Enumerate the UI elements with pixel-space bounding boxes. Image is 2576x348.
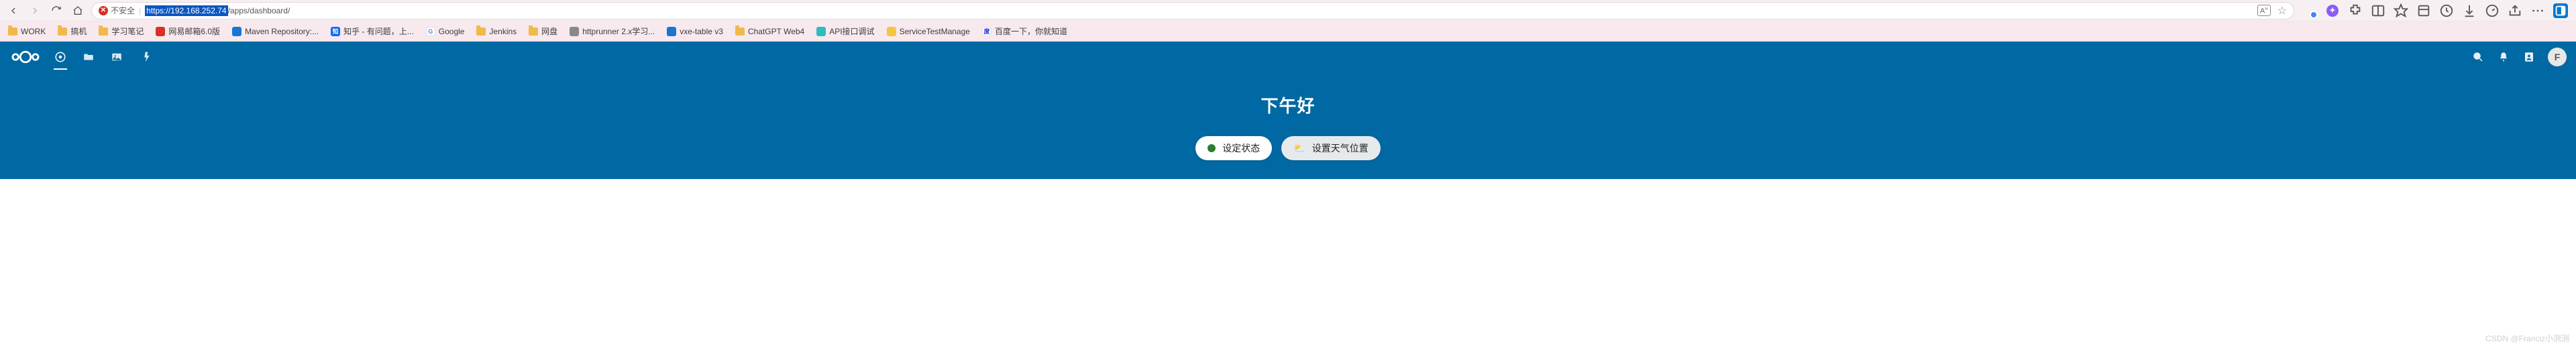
forward-button[interactable] [27, 3, 43, 19]
folder-icon [529, 27, 538, 36]
extensions-button[interactable] [2348, 3, 2363, 18]
home-button[interactable] [70, 3, 86, 19]
more-button[interactable] [2530, 3, 2545, 18]
extension-copilot-icon[interactable]: ✦ [2325, 3, 2340, 18]
url-rest-part: /apps/dashboard/ [228, 6, 290, 15]
bookmark-label: httprunner 2.x学习... [582, 25, 655, 37]
reader-mode-button[interactable]: A» [2257, 5, 2271, 16]
header-right: F [2471, 48, 2567, 66]
set-status-button[interactable]: 设定状态 [1195, 136, 1272, 160]
bookmark-label: vxe-table v3 [680, 27, 723, 36]
status-online-icon [1208, 144, 1216, 152]
bookmark-item[interactable]: vxe-table v3 [667, 27, 723, 36]
set-status-label: 设定状态 [1222, 141, 1260, 155]
weather-icon: ⛅ [1293, 143, 1305, 154]
security-status[interactable]: ✕ 不安全 [99, 5, 135, 16]
url-text[interactable]: https://192.168.252.74/apps/dashboard/ [145, 5, 2253, 16]
set-weather-button[interactable]: ⛅ 设置天气位置 [1281, 136, 1380, 160]
bookmark-label: Jenkins [489, 27, 517, 36]
bookmark-item[interactable]: Maven Repository:... [232, 27, 319, 36]
bookmark-item[interactable]: G Google [426, 27, 465, 36]
avatar-initial: F [2555, 52, 2561, 62]
bookmark-item[interactable]: 网易邮箱6.0版 [156, 25, 220, 37]
refresh-button[interactable] [48, 3, 64, 19]
share-button[interactable] [2508, 3, 2522, 18]
favicon-icon [887, 27, 896, 36]
nextcloud-logo[interactable] [9, 49, 42, 65]
history-button[interactable] [2439, 3, 2454, 18]
bookmarks-bar: WORK 搞机 学习笔记 网易邮箱6.0版 Maven Repository:... 知知… [0, 21, 2576, 42]
favicon-icon [570, 27, 579, 36]
nav-activity[interactable] [137, 49, 153, 65]
downloads-button[interactable] [2462, 3, 2477, 18]
bookmark-item[interactable]: 知知乎 - 有问题，上... [331, 25, 414, 37]
bookmark-item[interactable]: ServiceTestManage [887, 27, 970, 36]
bookmark-label: 知乎 - 有问题，上... [343, 25, 414, 37]
favicon-icon: G [426, 27, 435, 36]
bookmark-label: WORK [21, 27, 46, 36]
address-actions: A» ☆ [2257, 4, 2287, 17]
separator: | [139, 6, 141, 15]
favorite-button[interactable]: ☆ [2277, 4, 2287, 17]
greeting-text: 下午好 [1260, 93, 1315, 117]
favicon-icon [667, 27, 676, 36]
dashboard: 下午好 设定状态 ⛅ 设置天气位置 [0, 72, 2576, 179]
bookmark-label: Google [439, 27, 465, 36]
browser-right-toolbar: ✦ [2300, 3, 2571, 18]
nav-dashboard[interactable] [52, 49, 68, 65]
bookmark-label: ServiceTestManage [900, 27, 970, 36]
address-bar[interactable]: ✕ 不安全 | https://192.168.252.74/apps/dash… [91, 2, 2294, 19]
browser-toolbar: ✕ 不安全 | https://192.168.252.74/apps/dash… [0, 0, 2576, 21]
favicon-icon [232, 27, 241, 36]
contacts-icon[interactable] [2522, 50, 2536, 64]
bookmark-item[interactable]: Jenkins [476, 27, 517, 36]
bookmark-label: API接口调试 [829, 25, 874, 37]
watermark: CSDN @Franciz小测测 [2485, 333, 2569, 344]
set-weather-label: 设置天气位置 [1312, 141, 1368, 155]
bookmark-item[interactable]: ChatGPT Web4 [735, 27, 804, 36]
nav-files[interactable] [80, 49, 97, 65]
bookmark-item[interactable]: 学习笔记 [99, 25, 144, 37]
collections-button[interactable] [2416, 3, 2431, 18]
bookmark-item[interactable]: httprunner 2.x学习... [570, 25, 655, 37]
bookmark-label: 学习笔记 [111, 25, 144, 37]
user-avatar[interactable]: F [2548, 48, 2567, 66]
folder-icon [58, 27, 67, 36]
app-nav [52, 49, 153, 65]
insecure-label: 不安全 [111, 5, 135, 16]
bookmark-label: ChatGPT Web4 [748, 27, 804, 36]
search-icon[interactable] [2471, 50, 2485, 64]
notifications-icon[interactable] [2497, 50, 2510, 64]
favorites-button[interactable] [2394, 3, 2408, 18]
folder-icon [735, 27, 745, 36]
folder-icon [476, 27, 486, 36]
extension-chrome-icon[interactable] [2302, 3, 2317, 18]
nav-photos[interactable] [109, 49, 125, 65]
folder-icon [8, 27, 17, 36]
insecure-icon: ✕ [99, 6, 108, 15]
performance-button[interactable] [2485, 3, 2500, 18]
favicon-icon [156, 27, 165, 36]
split-screen-button[interactable] [2371, 3, 2385, 18]
bookmark-item[interactable]: 网盘 [529, 25, 557, 37]
folder-icon [99, 27, 108, 36]
bookmark-item[interactable]: API接口调试 [816, 25, 874, 37]
favicon-icon [816, 27, 826, 36]
bookmark-label: 网盘 [541, 25, 557, 37]
favicon-icon: 知 [331, 27, 340, 36]
url-selected-part: https://192.168.252.74 [145, 5, 227, 16]
bookmark-label: Maven Repository:... [245, 27, 319, 36]
sidebar-toggle-button[interactable] [2553, 3, 2568, 18]
bookmark-label: 搞机 [70, 25, 87, 37]
app-header: F [0, 42, 2576, 72]
bookmark-item[interactable]: WORK [8, 27, 46, 36]
bookmark-label: 网易邮箱6.0版 [168, 25, 220, 37]
back-button[interactable] [5, 3, 21, 19]
favicon-icon: 度 [982, 27, 991, 36]
bookmark-item[interactable]: 度百度一下，你就知道 [982, 25, 1067, 37]
dashboard-actions: 设定状态 ⛅ 设置天气位置 [1195, 136, 1380, 160]
bookmark-label: 百度一下，你就知道 [995, 25, 1067, 37]
bookmark-item[interactable]: 搞机 [58, 25, 87, 37]
